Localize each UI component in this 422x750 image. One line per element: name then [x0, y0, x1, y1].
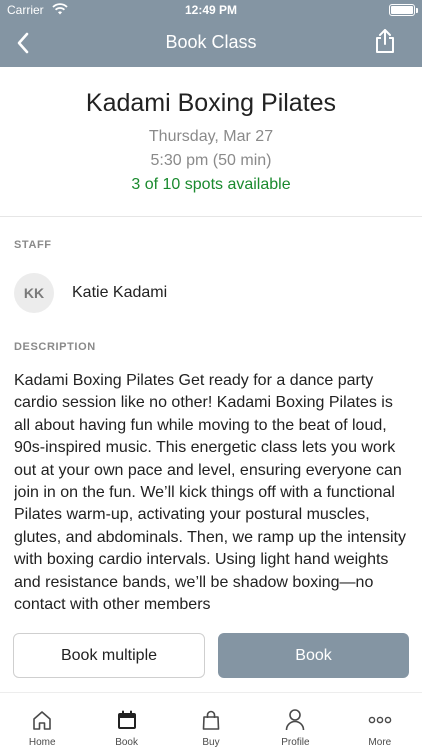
class-time: 5:30 pm (50 min) [150, 152, 272, 169]
share-icon[interactable] [370, 26, 400, 56]
navigation-bar: Book Class [0, 20, 422, 67]
tab-bar: Home Book Buy Profile More [0, 692, 422, 750]
avatar: KK [14, 273, 54, 313]
class-title: Kadami Boxing Pilates [85, 89, 337, 117]
staff-name: Katie Kadami [72, 284, 168, 301]
spots-available: 3 of 10 spots available [131, 176, 291, 193]
home-icon [29, 707, 55, 733]
status-bar: Carrier 12:49 PM [0, 0, 422, 20]
status-time: 12:49 PM [184, 3, 238, 17]
person-icon [282, 707, 308, 733]
more-dots-icon [367, 707, 393, 733]
class-summary: Kadami Boxing Pilates Thursday, Mar 27 5… [0, 67, 422, 217]
staff-row[interactable]: KK Katie Kadami [14, 272, 408, 314]
app-header: Carrier 12:49 PM Book Class [0, 0, 422, 67]
tab-label: Profile [281, 737, 310, 748]
description-section-label: DESCRIPTION [14, 341, 96, 353]
page-title: Book Class [165, 32, 257, 52]
class-date: Thursday, Mar 27 [148, 128, 274, 145]
calendar-icon [114, 707, 140, 733]
tab-home[interactable]: Home [0, 693, 84, 750]
battery-icon [389, 4, 418, 16]
tab-label: Buy [202, 737, 220, 748]
tab-profile[interactable]: Profile [253, 693, 337, 750]
book-button[interactable]: Book [218, 633, 409, 678]
tab-label: Home [28, 737, 56, 748]
tab-label: Book [115, 737, 138, 748]
staff-section-label: STAFF [14, 239, 52, 251]
bag-icon [198, 707, 224, 733]
tab-buy[interactable]: Buy [169, 693, 253, 750]
book-multiple-button[interactable]: Book multiple [13, 633, 205, 678]
tab-more[interactable]: More [338, 693, 422, 750]
tab-book[interactable]: Book [84, 693, 168, 750]
class-description: Kadami Boxing Pilates Get ready for a da… [14, 372, 406, 612]
tab-label: More [368, 737, 392, 748]
